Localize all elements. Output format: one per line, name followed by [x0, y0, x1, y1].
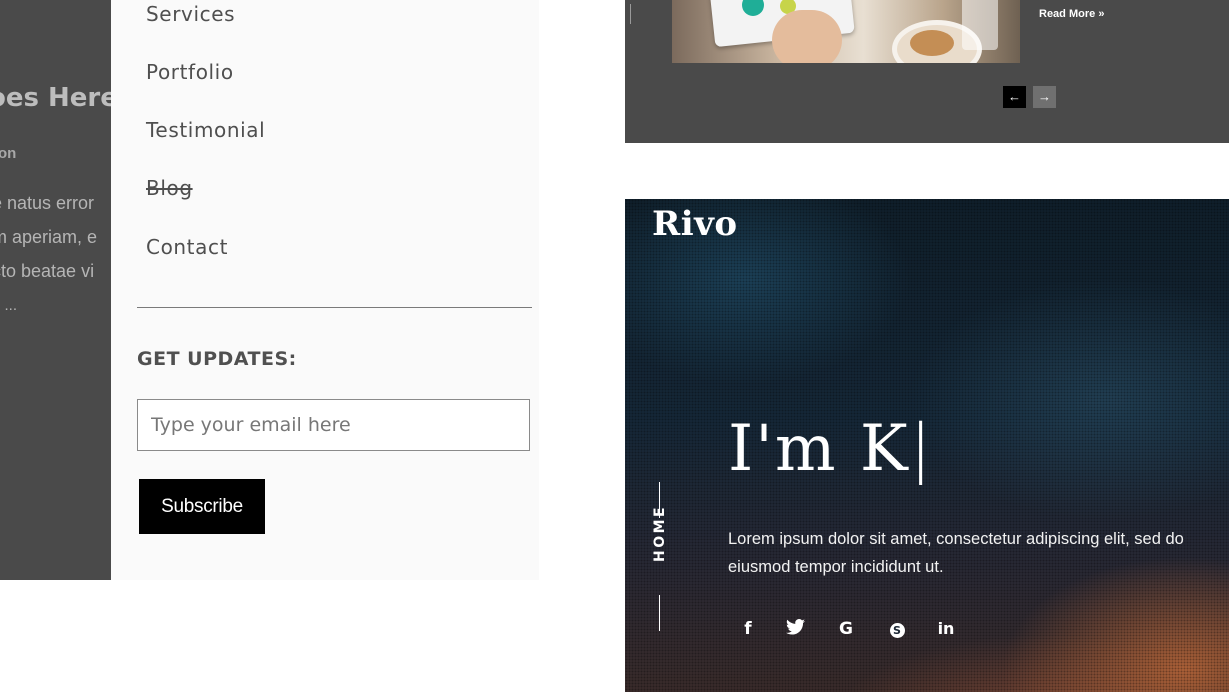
- menu-item-blog[interactable]: Blog: [146, 176, 193, 200]
- read-more-link[interactable]: Read More »: [1039, 8, 1104, 20]
- blog-post-image[interactable]: [672, 0, 1020, 63]
- slider-divider: [630, 4, 631, 24]
- facebook-icon[interactable]: f: [735, 619, 761, 639]
- blog-slider: Read More » ← →: [625, 0, 1229, 143]
- offcanvas-menu: Services Portfolio Testimonial Blog Cont…: [111, 0, 539, 580]
- hero-section: Rivo HOME I'm K| Lorem ipsum dolor sit a…: [625, 199, 1229, 692]
- google-plus-icon[interactable]: G: [833, 619, 859, 639]
- side-label-line: [659, 595, 660, 631]
- menu-item-services[interactable]: Services: [146, 2, 235, 26]
- arrow-left-icon[interactable]: ←: [1003, 86, 1026, 108]
- blog-post-excerpt-line: cto beatae vi: [0, 261, 95, 281]
- subscribe-button[interactable]: Subscribe: [139, 479, 265, 534]
- hero-typed-heading: I'm K|: [728, 412, 933, 486]
- menu-item-testimonial[interactable]: Testimonial: [146, 118, 265, 142]
- blog-post-excerpt-line: d ...: [0, 297, 18, 314]
- menu-item-contact[interactable]: Contact: [146, 235, 228, 259]
- skype-glyph: S: [889, 623, 905, 638]
- typing-caret: |: [909, 412, 934, 486]
- section-side-label: HOME: [652, 504, 668, 562]
- double-chevron-right-icon: »: [1098, 8, 1105, 20]
- blog-post-meta: on: [0, 145, 17, 162]
- skype-icon[interactable]: S: [884, 619, 910, 639]
- blog-post-title: oes Here: [0, 83, 111, 113]
- linkedin-icon[interactable]: in: [933, 619, 959, 638]
- updates-heading: GET UPDATES:: [137, 348, 297, 370]
- menu-item-portfolio[interactable]: Portfolio: [146, 60, 234, 84]
- hero-description: Lorem ipsum dolor sit amet, consectetur …: [728, 530, 1184, 576]
- arrow-right-icon[interactable]: →: [1033, 86, 1056, 108]
- blog-post-excerpt-line: m aperiam, e: [0, 227, 98, 247]
- hero-greeting-text: I'm K: [728, 412, 910, 486]
- menu-divider: [137, 307, 532, 308]
- blog-post-excerpt-line: e natus error: [0, 193, 95, 213]
- site-logo[interactable]: Rivo: [652, 204, 738, 244]
- read-more-label: Read More: [1039, 8, 1096, 20]
- email-input[interactable]: [137, 399, 530, 451]
- twitter-icon[interactable]: [782, 619, 808, 640]
- blog-background-panel: oes Here on e natus error m aperiam, e c…: [0, 0, 111, 580]
